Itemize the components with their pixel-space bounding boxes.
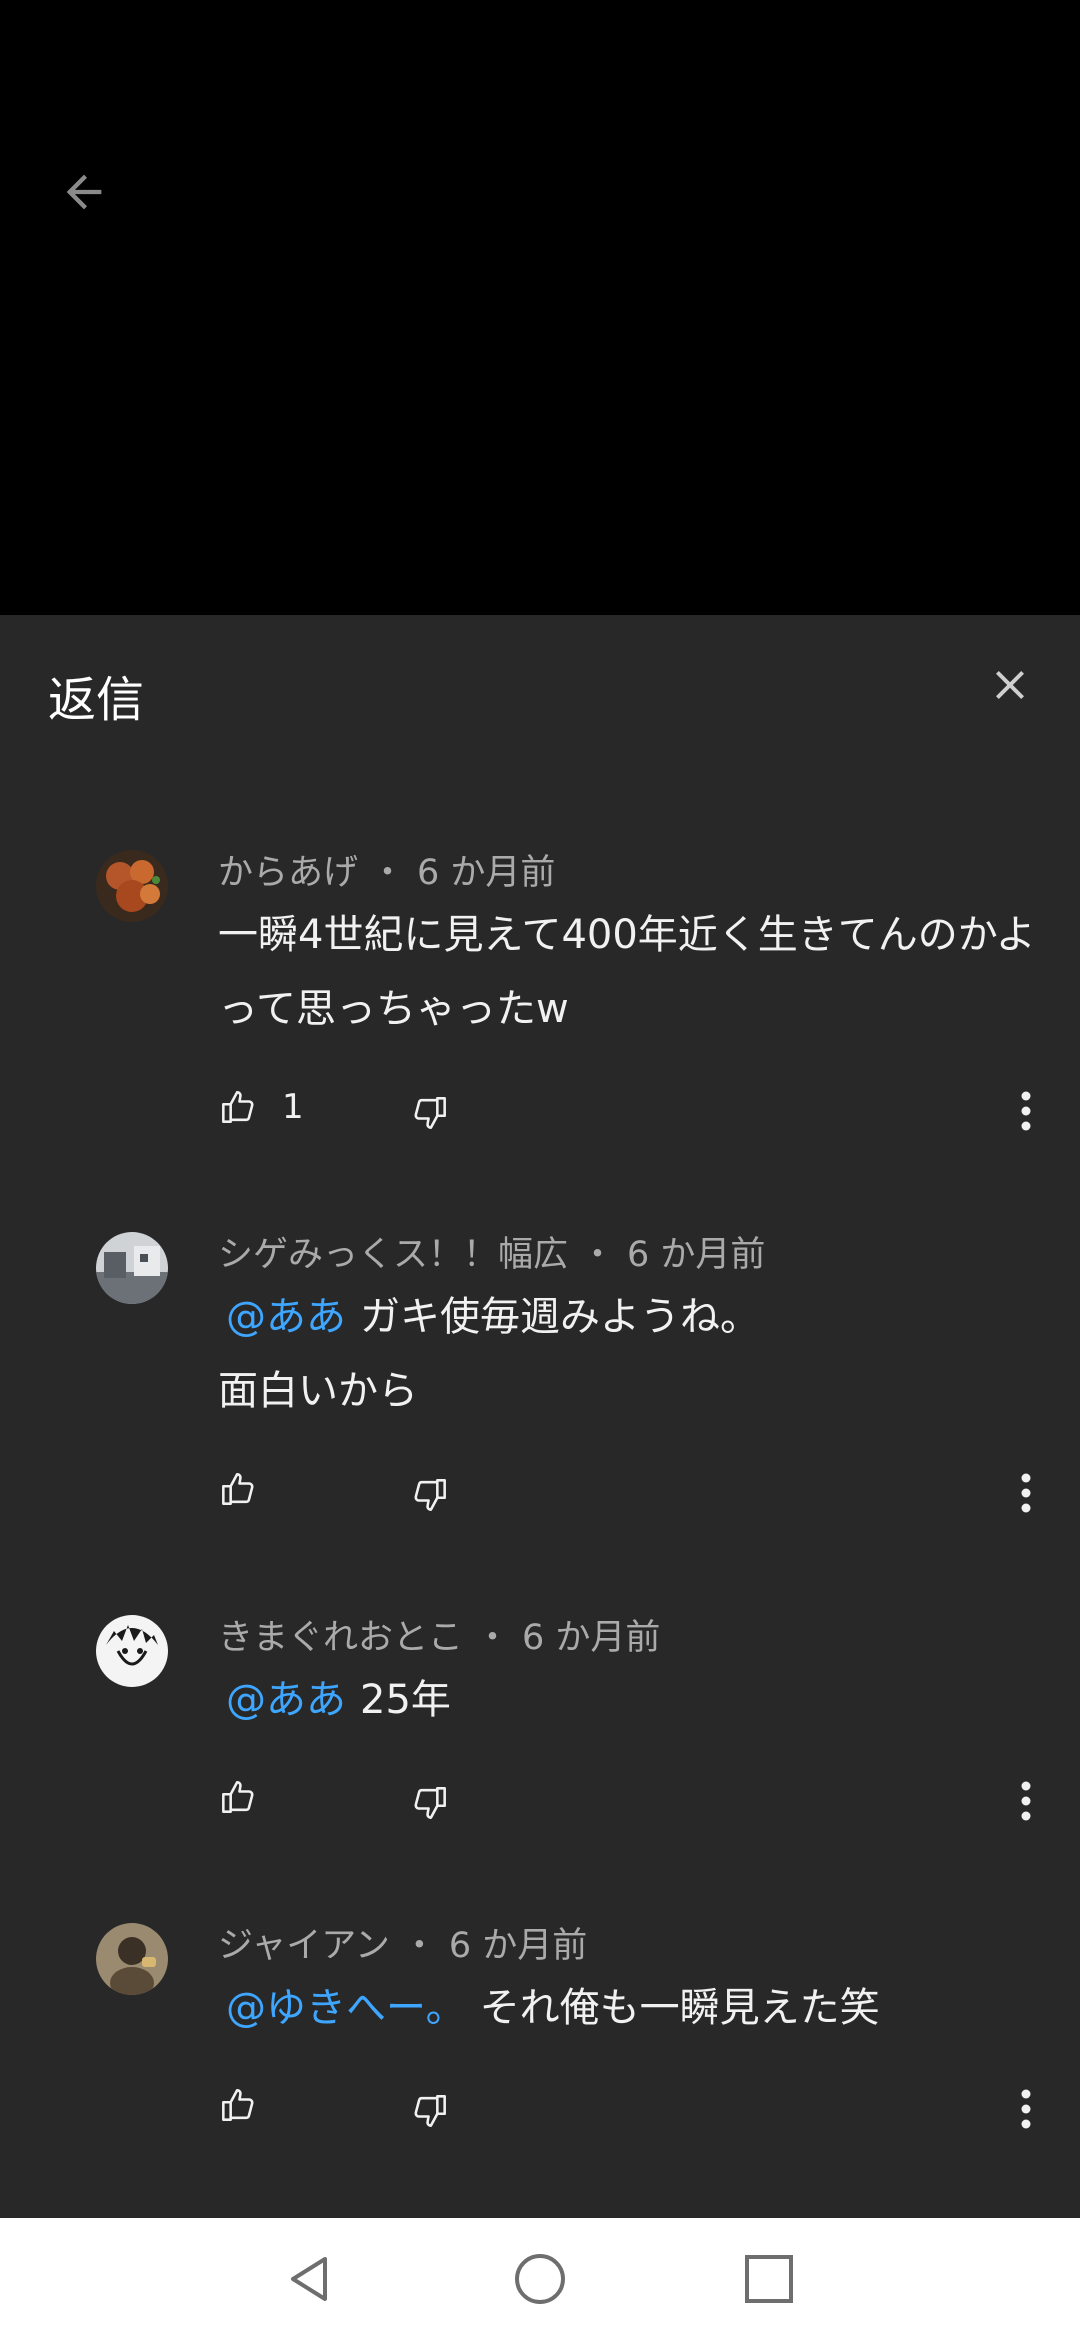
thumb-down-icon [414,1479,446,1511]
thumb-down-icon [414,1787,446,1819]
comment-author[interactable]: からあげ [218,853,358,893]
comment-time: 6 か月前 [522,1618,661,1658]
video-player-area[interactable] [0,0,1080,615]
comment-time: 6 か月前 [448,1926,588,1966]
more-vert-icon [1021,1473,1031,1513]
avatar[interactable] [96,1232,168,1304]
comment-text: @ゆきへー。 それ俺も一瞬見えた笑 [218,1971,1038,2045]
circle-home-icon [515,2254,565,2304]
comment-text: @ああ 25年 [218,1663,1038,1737]
thumb-down-icon [414,1097,446,1129]
like-button[interactable] [216,1467,264,1515]
replies-panel: 返信 からあげ・ 6 か月前 一瞬4世紀に見えて400年近く生きてんのかよって思っ… [0,615,1080,2218]
comment-body: それ俺も一瞬見えた笑 [479,1985,880,2031]
comment-time: 6 か月前 [627,1235,766,1275]
like-count: 1 [282,1087,304,1127]
mention-link[interactable]: @ああ [226,1294,346,1340]
comment-author[interactable]: きまぐれおとこ [218,1618,463,1658]
avatar[interactable] [96,850,168,922]
panel-title: 返信 [48,672,145,728]
mention-link[interactable]: @ああ [226,1677,346,1723]
thumb-up-icon [222,1091,254,1123]
dislike-button[interactable] [408,2089,456,2137]
like-button[interactable] [216,2083,264,2131]
comment-meta: ジャイアン・ 6 か月前 [218,1926,588,1966]
avatar[interactable] [96,1615,168,1687]
thumb-up-icon [222,1781,254,1813]
square-recents-icon [745,2255,793,2303]
comment-text: 一瞬4世紀に見えて400年近く生きてんのかよって思っちゃったw [218,898,1038,1046]
more-options-button[interactable] [1008,1467,1044,1519]
comment-body: 25年 [360,1677,451,1723]
more-options-button[interactable] [1008,1085,1044,1137]
comment-actions [0,2083,1080,2143]
triangle-back-icon [291,2257,327,2301]
dislike-button[interactable] [408,1781,456,1829]
comment-time: 6 か月前 [417,853,556,893]
dislike-button[interactable] [408,1091,456,1139]
dislike-button[interactable] [408,1473,456,1521]
comment-meta: きまぐれおとこ・ 6 か月前 [218,1618,661,1658]
more-options-button[interactable] [1008,1775,1044,1827]
thumb-down-icon [414,2095,446,2127]
comment-actions [0,1467,1080,1527]
comment-text: @ああ ガキ使毎週みようね。 面白いから [218,1280,1038,1428]
like-button[interactable] [216,1775,264,1823]
mention-link[interactable]: @ゆきへー。 [226,1985,466,2031]
comment-author[interactable]: ジャイアン [218,1926,390,1966]
comment-body: 一瞬4世紀に見えて400年近く生きてんのかよって思っちゃったw [218,912,1036,1032]
more-options-button[interactable] [1008,2083,1044,2135]
more-vert-icon [1021,1091,1031,1131]
system-navigation-bar [0,2218,1080,2340]
arrow-left-icon [66,174,102,210]
back-button[interactable] [52,160,116,224]
comment-author[interactable]: シゲみっくス！！幅広 [218,1235,568,1275]
more-vert-icon [1021,1781,1031,1821]
thumb-up-icon [222,1473,254,1505]
nav-home-button[interactable] [507,2246,573,2312]
more-vert-icon [1021,2089,1031,2129]
nav-recents-button[interactable] [736,2246,802,2312]
thumb-up-icon [222,2089,254,2121]
like-button[interactable] [216,1085,264,1133]
comment-actions [0,1775,1080,1835]
close-button[interactable] [978,653,1042,717]
nav-back-button[interactable] [276,2246,342,2312]
avatar[interactable] [96,1923,168,1995]
close-icon [996,671,1024,699]
comment-actions: 1 [0,1085,1080,1145]
comment-meta: シゲみっくス！！幅広・ 6 か月前 [218,1235,766,1275]
comment-meta: からあげ・ 6 か月前 [218,853,556,893]
